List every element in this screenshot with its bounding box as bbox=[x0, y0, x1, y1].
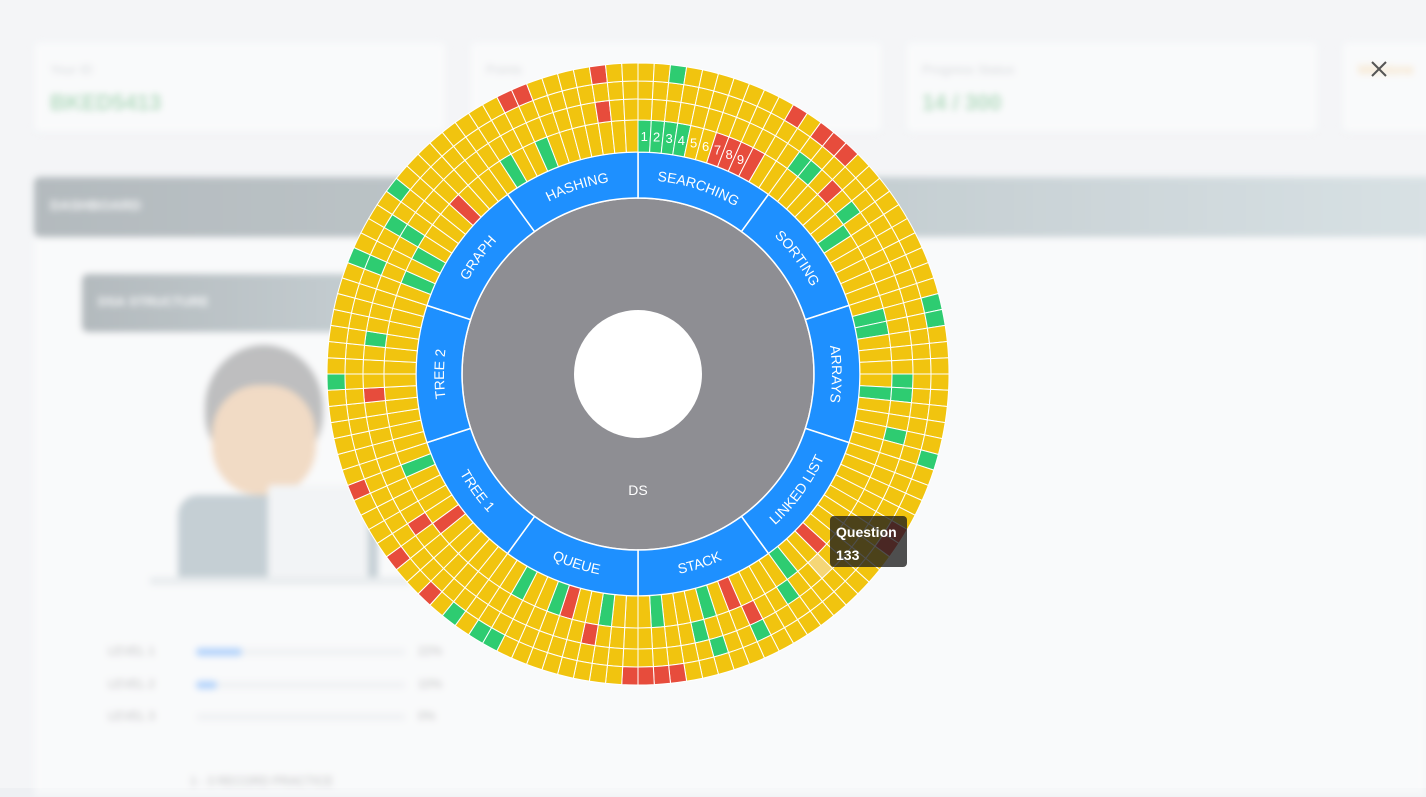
question-number-label: 1 bbox=[641, 129, 648, 144]
question-cell bbox=[344, 342, 366, 361]
question-cell bbox=[344, 373, 364, 390]
center-label: DS bbox=[628, 482, 647, 498]
question-cell bbox=[890, 344, 914, 362]
question-cell bbox=[637, 62, 655, 82]
question-cell bbox=[637, 595, 652, 629]
question-cell bbox=[608, 98, 626, 122]
close-icon[interactable] bbox=[1366, 56, 1392, 82]
tooltip-title: Question bbox=[836, 524, 897, 540]
question-cell bbox=[604, 664, 624, 686]
question-cell bbox=[928, 340, 950, 360]
question-cell bbox=[344, 358, 364, 375]
question-cell bbox=[652, 664, 672, 686]
question-cell bbox=[328, 404, 350, 424]
question-cell bbox=[591, 82, 610, 103]
question-cell bbox=[621, 666, 639, 686]
question-cell bbox=[362, 386, 386, 404]
question-cell bbox=[606, 646, 625, 668]
question-cell bbox=[888, 330, 913, 348]
question-cell bbox=[891, 373, 914, 389]
question-cell bbox=[637, 80, 654, 100]
sunburst-chart: SEARCHINGSORTINGARRAYSLINKED LISTSTACKQU… bbox=[326, 62, 950, 686]
question-cell bbox=[930, 373, 950, 391]
question-cell bbox=[859, 360, 893, 375]
question-cell bbox=[637, 648, 654, 668]
question-cell bbox=[910, 342, 932, 361]
question-cell bbox=[362, 359, 385, 375]
question-number-label: 7 bbox=[714, 143, 721, 158]
question-cell bbox=[344, 387, 366, 406]
question-number-label: 2 bbox=[653, 130, 660, 145]
question-cell bbox=[326, 373, 346, 391]
center-hole bbox=[574, 310, 702, 438]
tooltip-value: 133 bbox=[836, 547, 860, 563]
question-cell bbox=[346, 402, 367, 421]
question-cell bbox=[362, 373, 385, 389]
question-cell bbox=[930, 357, 950, 375]
question-cell bbox=[651, 80, 670, 102]
question-cell bbox=[668, 662, 688, 684]
question-number-label: 9 bbox=[737, 152, 744, 167]
question-cell bbox=[624, 595, 639, 629]
question-number-label: 4 bbox=[678, 133, 685, 148]
question-cell bbox=[606, 80, 625, 102]
question-cell bbox=[623, 98, 639, 121]
category-label: TREE 2 bbox=[431, 348, 449, 400]
question-number-label: 6 bbox=[702, 139, 709, 154]
question-cell bbox=[383, 360, 417, 375]
question-cell bbox=[664, 624, 682, 649]
question-cell bbox=[637, 627, 653, 650]
question-cell bbox=[326, 357, 346, 375]
category-label: ARRAYS bbox=[827, 344, 845, 404]
question-cell bbox=[594, 99, 612, 124]
question-cell bbox=[622, 648, 639, 668]
question-number-label: 8 bbox=[725, 147, 732, 162]
question-cell bbox=[383, 373, 417, 388]
question-cell bbox=[666, 645, 685, 666]
question-cell bbox=[624, 119, 639, 153]
question-cell bbox=[912, 373, 932, 390]
question-cell bbox=[652, 62, 672, 84]
tooltip: Question 133 bbox=[830, 516, 907, 567]
question-cell bbox=[651, 646, 670, 668]
question-cell bbox=[891, 359, 914, 375]
question-cell bbox=[650, 626, 668, 650]
question-cell bbox=[326, 340, 348, 360]
question-cell bbox=[859, 373, 893, 388]
question-cell bbox=[623, 627, 639, 650]
question-cell bbox=[926, 324, 948, 344]
question-number-label: 5 bbox=[690, 136, 697, 151]
question-cell bbox=[928, 388, 950, 408]
question-cell bbox=[326, 388, 348, 408]
question-cell bbox=[910, 387, 932, 406]
question-cell bbox=[637, 666, 655, 686]
question-cell bbox=[621, 62, 639, 82]
question-cell bbox=[637, 98, 653, 121]
question-cell bbox=[912, 358, 932, 375]
question-number-label: 3 bbox=[665, 131, 672, 146]
question-cell bbox=[622, 80, 639, 100]
question-cell bbox=[604, 62, 624, 84]
question-cell bbox=[588, 64, 608, 86]
question-cell bbox=[909, 327, 930, 346]
question-cell bbox=[363, 400, 388, 418]
